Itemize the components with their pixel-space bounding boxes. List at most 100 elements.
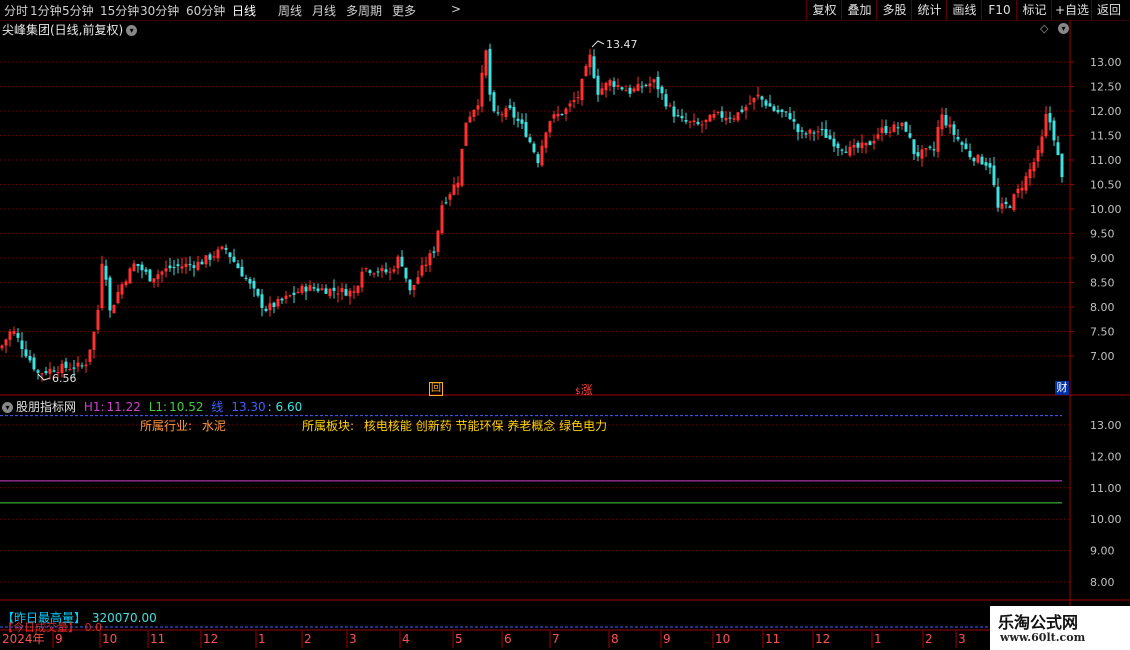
candle-body — [696, 121, 700, 125]
indicator-grid — [0, 415, 1070, 628]
candle-body — [532, 143, 536, 153]
candle-body — [12, 331, 16, 335]
candle-body — [808, 129, 812, 134]
sector-info: 所属板块: 核电核能 创新药 节能环保 养老概念 绿色电力 — [302, 417, 607, 434]
price-tick-label: 8.50 — [1090, 277, 1115, 290]
candle-body — [840, 149, 844, 151]
candle-body — [656, 76, 660, 90]
candle-body — [828, 135, 832, 140]
chart-canvas[interactable]: 13.00 12.50 12.00 11.50 11.00 10.50 10.00 9.50 9… — [0, 0, 1130, 650]
event-marker-finance[interactable]: 财 — [1055, 381, 1069, 395]
candle-body — [740, 109, 744, 112]
candle-body — [776, 109, 780, 113]
candle-body — [184, 263, 188, 268]
candle-body — [88, 349, 92, 362]
candle-body — [632, 88, 636, 92]
candle-body — [496, 112, 500, 114]
candle-body — [796, 124, 800, 133]
candle-body — [604, 82, 608, 91]
candle-body — [600, 88, 604, 95]
price-tick-label: 11.00 — [1090, 154, 1122, 167]
low-pointer — [37, 373, 51, 381]
candle-body — [644, 84, 648, 86]
candle-body — [492, 92, 496, 112]
candle-body — [884, 126, 888, 134]
candle-body — [888, 131, 892, 133]
candle-body — [36, 370, 40, 373]
indicator-name: 股朋指标网 — [16, 400, 77, 414]
candle-body — [288, 295, 292, 297]
candle-body — [124, 281, 128, 286]
candle-body — [940, 114, 944, 130]
candle-body — [956, 137, 960, 140]
candle-body — [40, 373, 44, 375]
candle-body — [100, 263, 104, 309]
l1-value: 10.52 — [169, 400, 204, 414]
candle-body — [148, 269, 152, 282]
candle-body — [232, 256, 236, 262]
candle-body — [800, 130, 804, 132]
price-tick-label: 12.00 — [1090, 105, 1122, 118]
month-label: 8 — [611, 632, 619, 646]
indicator-tick-label: 9.00 — [1090, 545, 1115, 558]
indicator-tick-label: 8.00 — [1090, 576, 1115, 589]
candle-body — [1052, 120, 1056, 141]
candle-body — [652, 79, 656, 83]
candle-body — [692, 120, 696, 123]
chevron-down-icon[interactable]: ▾ — [2, 402, 13, 413]
event-marker-return[interactable]: 回 — [429, 382, 443, 396]
candle-body — [180, 266, 184, 269]
today-volume-label: 【今日成交量】 0.0 — [2, 619, 102, 635]
month-label: 2 — [925, 632, 933, 646]
candle-body — [272, 302, 276, 308]
candle-body — [436, 230, 440, 252]
candle-body — [900, 122, 904, 127]
candle-body — [20, 340, 24, 350]
watermark-url: www.60lt.com — [1000, 631, 1086, 644]
candle-body — [376, 271, 380, 273]
candle-body — [396, 256, 400, 269]
candle-body — [476, 105, 480, 110]
candle-body — [16, 333, 20, 338]
watermark-logo: 乐淘公式网 www.60lt.com — [990, 606, 1130, 650]
candle-body — [892, 124, 896, 132]
candle-body — [212, 256, 216, 258]
candle-body — [64, 361, 68, 368]
candle-body — [724, 117, 728, 121]
candle-body — [176, 264, 180, 267]
candle-body — [752, 97, 756, 103]
candle-body — [592, 56, 596, 78]
line-label: 线 — [211, 400, 224, 414]
candle-body — [388, 271, 392, 273]
candle-body — [920, 149, 924, 159]
event-marker-rise[interactable]: $涨 — [575, 381, 593, 398]
diamond-icon[interactable]: ◇ — [1040, 22, 1048, 35]
candle-body — [240, 266, 244, 277]
candle-body — [340, 287, 344, 293]
candle-body — [412, 284, 416, 291]
h1-label: H1: — [83, 400, 105, 414]
candle-body — [452, 184, 456, 195]
candlesticks — [0, 40, 1064, 382]
candle-body — [948, 124, 952, 128]
candle-body — [296, 291, 300, 293]
candle-body — [868, 141, 872, 146]
candle-body — [276, 299, 280, 307]
price-tick-label: 10.50 — [1090, 179, 1122, 192]
candle-body — [360, 271, 364, 288]
chevron-down-icon[interactable]: ▾ — [1055, 21, 1069, 35]
candle-body — [620, 87, 624, 90]
candle-body — [44, 371, 48, 374]
price-tick-label: 7.00 — [1090, 350, 1115, 363]
candle-body — [612, 81, 616, 87]
candle-body — [716, 111, 720, 113]
candle-body — [832, 138, 836, 147]
candle-body — [576, 97, 580, 99]
candle-body — [120, 284, 124, 295]
time-axis: 2024年 9 10 11 12 1 2 3 4 5 6 7 8 9 10 11 12 1 2 3 — [2, 631, 966, 648]
candle-body — [672, 106, 676, 117]
candle-body — [480, 72, 484, 107]
candle-body — [156, 274, 160, 280]
candle-body — [464, 122, 468, 146]
candle-body — [488, 48, 492, 95]
